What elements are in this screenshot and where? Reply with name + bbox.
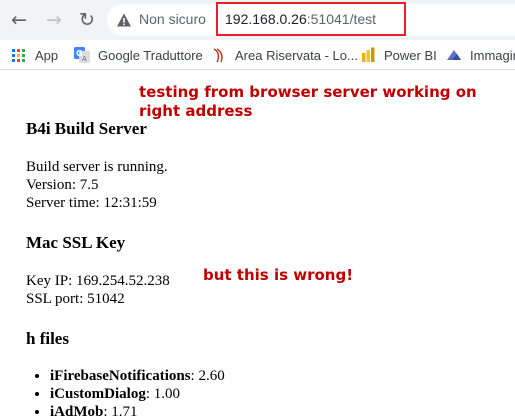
server-time-text: Server time: 12:31:59 <box>26 195 157 211</box>
bookmark-label: Google Traduttore <box>98 47 203 63</box>
apps-grid-icon <box>12 48 25 62</box>
browser-toolbar: ← → ↻ Non sicuro 192.168.0.26:51041/test <box>0 0 515 40</box>
address-bar[interactable]: Non sicuro 192.168.0.26:51041/test <box>107 2 515 36</box>
list-item: iAdMob: 1.71 <box>50 403 225 420</box>
annotation-top: testing from browser server working on r… <box>139 83 477 120</box>
h-file-version: : 1.71 <box>103 404 138 420</box>
version-text: Version: 7.5 <box>26 177 99 193</box>
h-files-list: iFirebaseNotifications: 2.60 iCustomDial… <box>0 367 225 420</box>
ssl-heading: Mac SSL Key <box>26 233 126 252</box>
forward-icon[interactable]: → <box>42 8 66 32</box>
page-title: B4i Build Server <box>26 119 147 138</box>
ssl-port-text: SSL port: 51042 <box>26 291 125 307</box>
h-file-name: iCustomDialog <box>50 386 146 402</box>
google-translate-icon: G A <box>74 47 90 63</box>
page-content: testing from browser server working on r… <box>0 71 515 420</box>
bookmark-label: Immagin <box>470 47 515 63</box>
bookmark-label: App <box>35 47 59 63</box>
reload-icon[interactable]: ↻ <box>75 8 99 32</box>
list-item: iFirebaseNotifications: 2.60 <box>50 367 225 385</box>
h-file-name: iFirebaseNotifications <box>50 368 191 384</box>
bookmark-label: Power BI <box>384 47 437 63</box>
bookmarks-bar: App G A Google Traduttore Area Riservata… <box>0 40 515 70</box>
svg-text:A: A <box>82 55 87 63</box>
list-item: iCustomDialog: 1.00 <box>50 385 225 403</box>
bookmark-immagini[interactable]: Immagin <box>446 40 515 70</box>
back-icon[interactable]: ← <box>7 8 31 32</box>
h-file-version: : 1.00 <box>145 386 181 402</box>
url-host: 192.168.0.26 <box>225 11 307 27</box>
bookmark-google-traduttore[interactable]: G A Google Traduttore <box>74 40 203 70</box>
h-file-name: iAdMob <box>50 404 104 420</box>
security-label[interactable]: Non sicuro <box>139 11 206 27</box>
url-port-path: :51041/test <box>306 11 377 27</box>
bookmark-label: Area Riservata - Lo... <box>235 47 358 63</box>
status-text: Build server is running. <box>26 159 168 175</box>
url-highlight-box: 192.168.0.26:51041/test <box>216 2 406 36</box>
immagini-icon <box>447 50 461 60</box>
url-text[interactable]: 192.168.0.26:51041/test <box>225 11 376 27</box>
warning-icon[interactable] <box>116 12 132 28</box>
annotation-middle: but this is wrong! <box>203 266 354 284</box>
bookmark-area-riservata[interactable]: Area Riservata - Lo... <box>211 40 358 70</box>
power-bi-icon <box>362 47 375 62</box>
bookmark-power-bi[interactable]: Power BI <box>360 40 437 70</box>
bookmark-apps[interactable]: App <box>12 40 58 70</box>
key-ip-text: Key IP: 169.254.52.238 <box>26 273 170 289</box>
area-riservata-icon <box>213 48 223 63</box>
h-files-heading: h files <box>26 329 69 348</box>
h-file-version: : 2.60 <box>190 368 225 384</box>
